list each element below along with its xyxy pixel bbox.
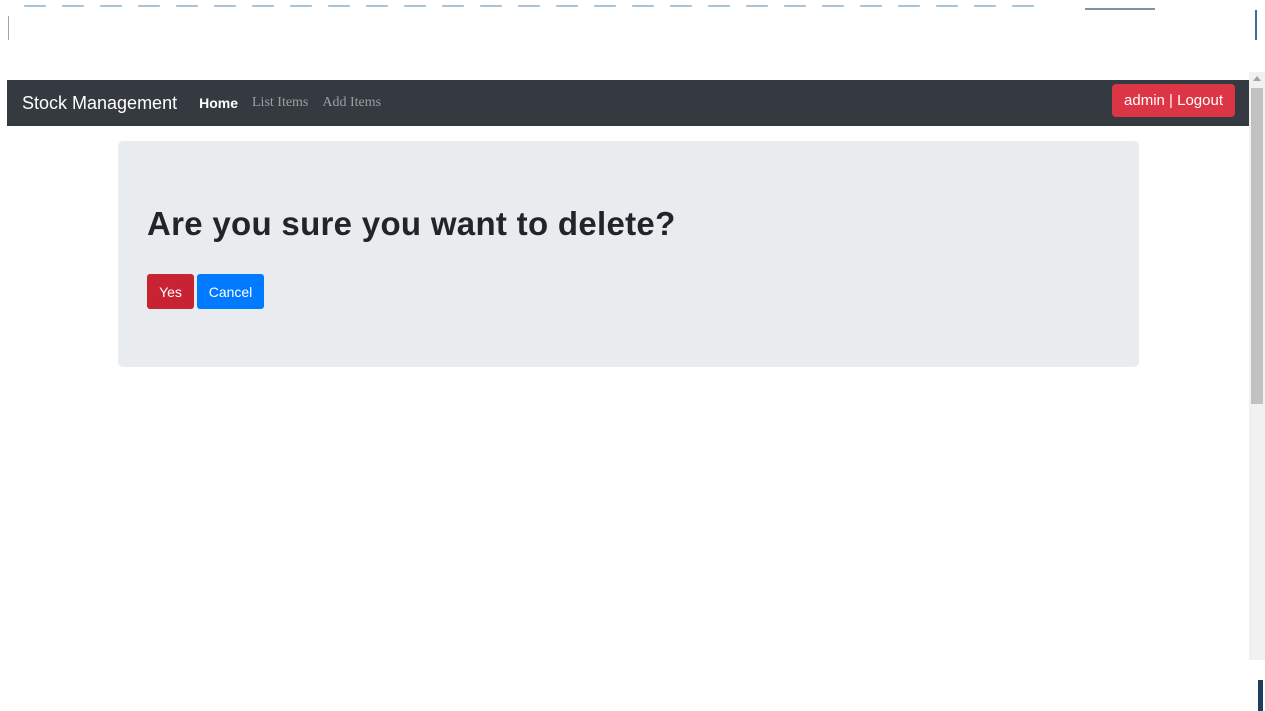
navbar: Stock Management Home List Items Add Ite… [7, 80, 1249, 126]
top-right-decoration [1065, 6, 1265, 42]
decoration-bar [1085, 8, 1155, 10]
dash [556, 5, 578, 10]
dash [214, 5, 236, 10]
dash [100, 5, 122, 10]
dash [746, 5, 768, 10]
dash [24, 5, 46, 10]
logout-button[interactable]: admin | Logout [1112, 84, 1235, 117]
dash [1012, 5, 1034, 10]
dash [974, 5, 996, 10]
vertical-scrollbar[interactable] [1249, 72, 1265, 660]
scroll-thumb[interactable] [1251, 88, 1263, 404]
dash [252, 5, 274, 10]
dash [898, 5, 920, 10]
dash [366, 5, 388, 10]
left-edge-tick [8, 16, 9, 40]
dashed-border-decoration [24, 5, 1034, 9]
dash [442, 5, 464, 10]
navbar-brand[interactable]: Stock Management [22, 93, 177, 114]
dash [708, 5, 730, 10]
yes-button[interactable]: Yes [147, 274, 194, 309]
dash [822, 5, 844, 10]
browser-top-strip [0, 0, 1265, 80]
dash [784, 5, 806, 10]
nav-link-add-items[interactable]: Add Items [322, 95, 381, 111]
dash [328, 5, 350, 10]
nav-link-list-items[interactable]: List Items [252, 95, 308, 111]
dash [632, 5, 654, 10]
decoration-bar [1255, 10, 1257, 40]
cancel-button[interactable]: Cancel [197, 274, 264, 309]
dash [860, 5, 882, 10]
dash [62, 5, 84, 10]
dash [936, 5, 958, 10]
page-viewport: Stock Management Home List Items Add Ite… [7, 80, 1249, 660]
dash [138, 5, 160, 10]
dash [594, 5, 616, 10]
delete-confirmation-panel: Are you sure you want to delete? Yes Can… [118, 141, 1139, 367]
corner-decoration [1258, 680, 1263, 711]
dash [176, 5, 198, 10]
scroll-up-icon[interactable] [1253, 76, 1261, 81]
nav-link-home[interactable]: Home [199, 95, 238, 111]
dash [404, 5, 426, 10]
dash [290, 5, 312, 10]
dash [518, 5, 540, 10]
dash [480, 5, 502, 10]
dash [670, 5, 692, 10]
confirmation-heading: Are you sure you want to delete? [147, 205, 676, 242]
